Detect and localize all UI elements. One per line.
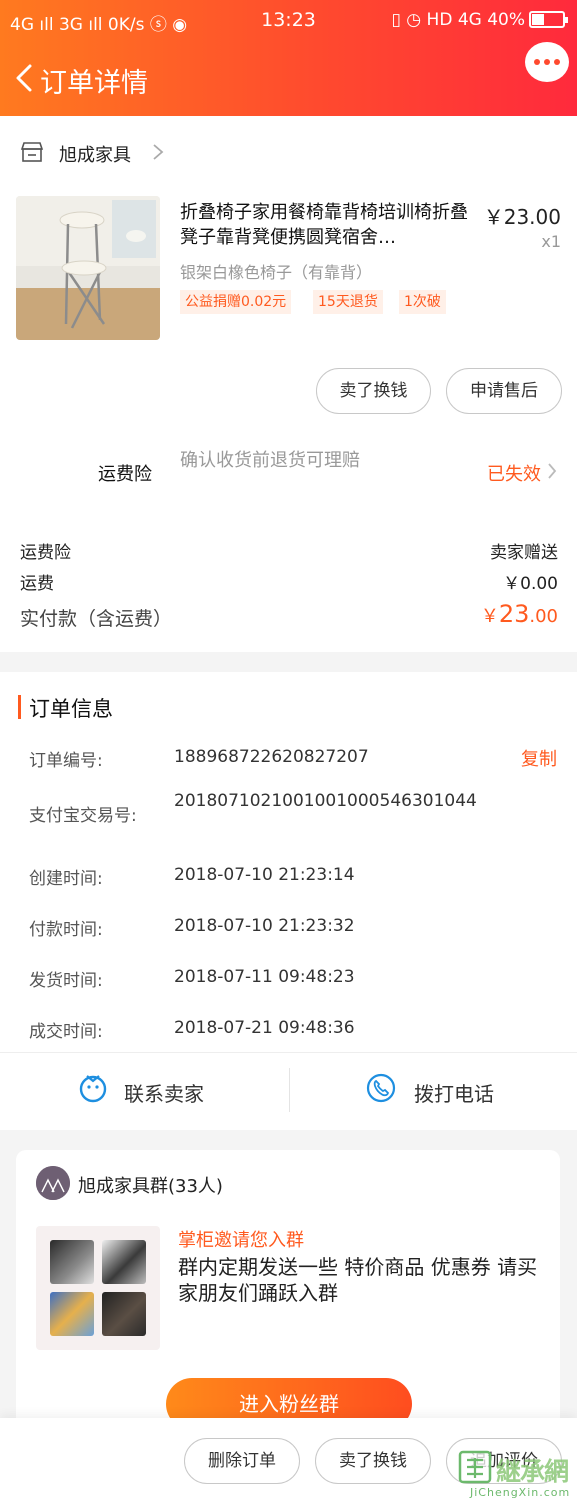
fan-group-card: 旭成家具群(33人) 掌柜邀请您入群 群内定期发送一些 特价商品 优惠券 请买家… [16,1150,560,1450]
paid-amount: ￥23.00 [481,600,558,628]
back-arrow-icon[interactable] [14,63,34,93]
chevron-right-icon [548,463,557,479]
page-title: 订单详情 [40,68,148,99]
fee-insurance-value: 卖家赠送 [490,543,558,563]
tag-charity: 公益捐赠0.02元 [180,290,292,314]
tag-return: 15天退货 [313,290,383,314]
divider [289,1068,290,1112]
nav-bar: 订单详情 [0,42,577,106]
product-spec: 银架白橡色椅子（有靠背） [180,263,373,282]
info-label: 支付宝交易号: [29,806,137,826]
invite-title: 掌柜邀请您入群 [178,1230,304,1251]
paid-label: 实付款（含运费） [20,608,173,630]
order-number: 188968722620827207 [174,747,369,767]
paid-time: 2018-07-10 21:23:32 [174,916,355,936]
folding-chair-image [16,196,160,340]
insurance-status[interactable]: 已失效 [487,460,541,486]
paid-currency: ￥ [480,606,499,627]
call-phone-label: 拨打电话 [414,1082,494,1106]
product-image[interactable] [16,196,160,340]
insurance-desc: 确认收货前退货可理赔 [180,450,360,471]
info-label: 付款时间: [29,920,103,940]
member-avatar [102,1292,146,1336]
paid-decimal: .00 [529,606,558,627]
delete-order-button[interactable]: 删除订单 [184,1438,300,1484]
member-avatar [102,1240,146,1284]
contact-seller-label: 联系卖家 [124,1082,204,1106]
fee-shipping-value: ￥0.00 [503,574,558,594]
battery-icon [529,11,568,28]
order-info-title: 订单信息 [29,697,113,721]
chat-face-icon [79,1075,107,1103]
group-name: 旭成家具群(33人) [78,1176,223,1197]
product-title[interactable]: 折叠椅子家用餐椅靠背椅培训椅折叠凳子靠背凳便携圆凳宿舍… [180,200,475,250]
phone-icon [366,1073,396,1103]
watermark-domain: JiChengXin.com [470,1486,571,1499]
created-time: 2018-07-10 21:23:14 [174,865,355,885]
info-label: 订单编号: [29,751,103,771]
member-avatar [50,1292,94,1336]
paid-integer: 23 [498,600,530,628]
tag-damage: 1次破 [399,290,446,314]
product-price: ￥23.00 [483,205,561,229]
member-avatar [50,1240,94,1284]
fee-insurance-row: 运费险 卖家赠送 [20,538,558,563]
order-info-card [0,672,577,1052]
system-status: ▯ ◷ HD 4G 40% [391,10,525,30]
chevron-right-icon [153,144,164,160]
group-avatar [36,1166,70,1200]
info-label: 发货时间: [29,971,103,991]
section-marker [18,695,21,719]
invite-desc: 群内定期发送一些 特价商品 优惠券 请买家朋友们踊跃入群 [178,1255,538,1305]
copy-button[interactable]: 复制 [521,745,557,771]
app-header: 4G ıll 3G ıll 0K/s ⓢ ◉ 13:23 ▯ ◷ HD 4G 4… [0,0,577,116]
shipped-time: 2018-07-11 09:48:23 [174,967,355,987]
product-quantity: x1 [541,232,561,251]
fee-insurance-label: 运费险 [20,543,71,563]
watermark-brand: 継承網 [496,1457,569,1486]
alipay-trade-number: 2018071021001001000546301044 [174,791,477,811]
fee-shipping-label: 运费 [20,574,54,594]
shop-name: 旭成家具 [59,145,131,166]
after-sale-button[interactable]: 申请售后 [446,368,562,414]
more-menu-button[interactable] [525,42,569,82]
sell-again-button[interactable]: 卖了换钱 [315,1438,431,1484]
status-bar: 4G ıll 3G ıll 0K/s ⓢ ◉ 13:23 ▯ ◷ HD 4G 4… [0,0,577,40]
info-label: 创建时间: [29,869,103,889]
store-icon [20,142,44,162]
sell-button[interactable]: 卖了换钱 [316,368,431,414]
info-label: 成交时间: [29,1022,103,1042]
completed-time: 2018-07-21 09:48:36 [174,1018,355,1038]
fee-shipping-row: 运费 ￥0.00 [20,569,558,594]
insurance-label: 运费险 [98,464,152,485]
group-members-preview [36,1226,160,1350]
